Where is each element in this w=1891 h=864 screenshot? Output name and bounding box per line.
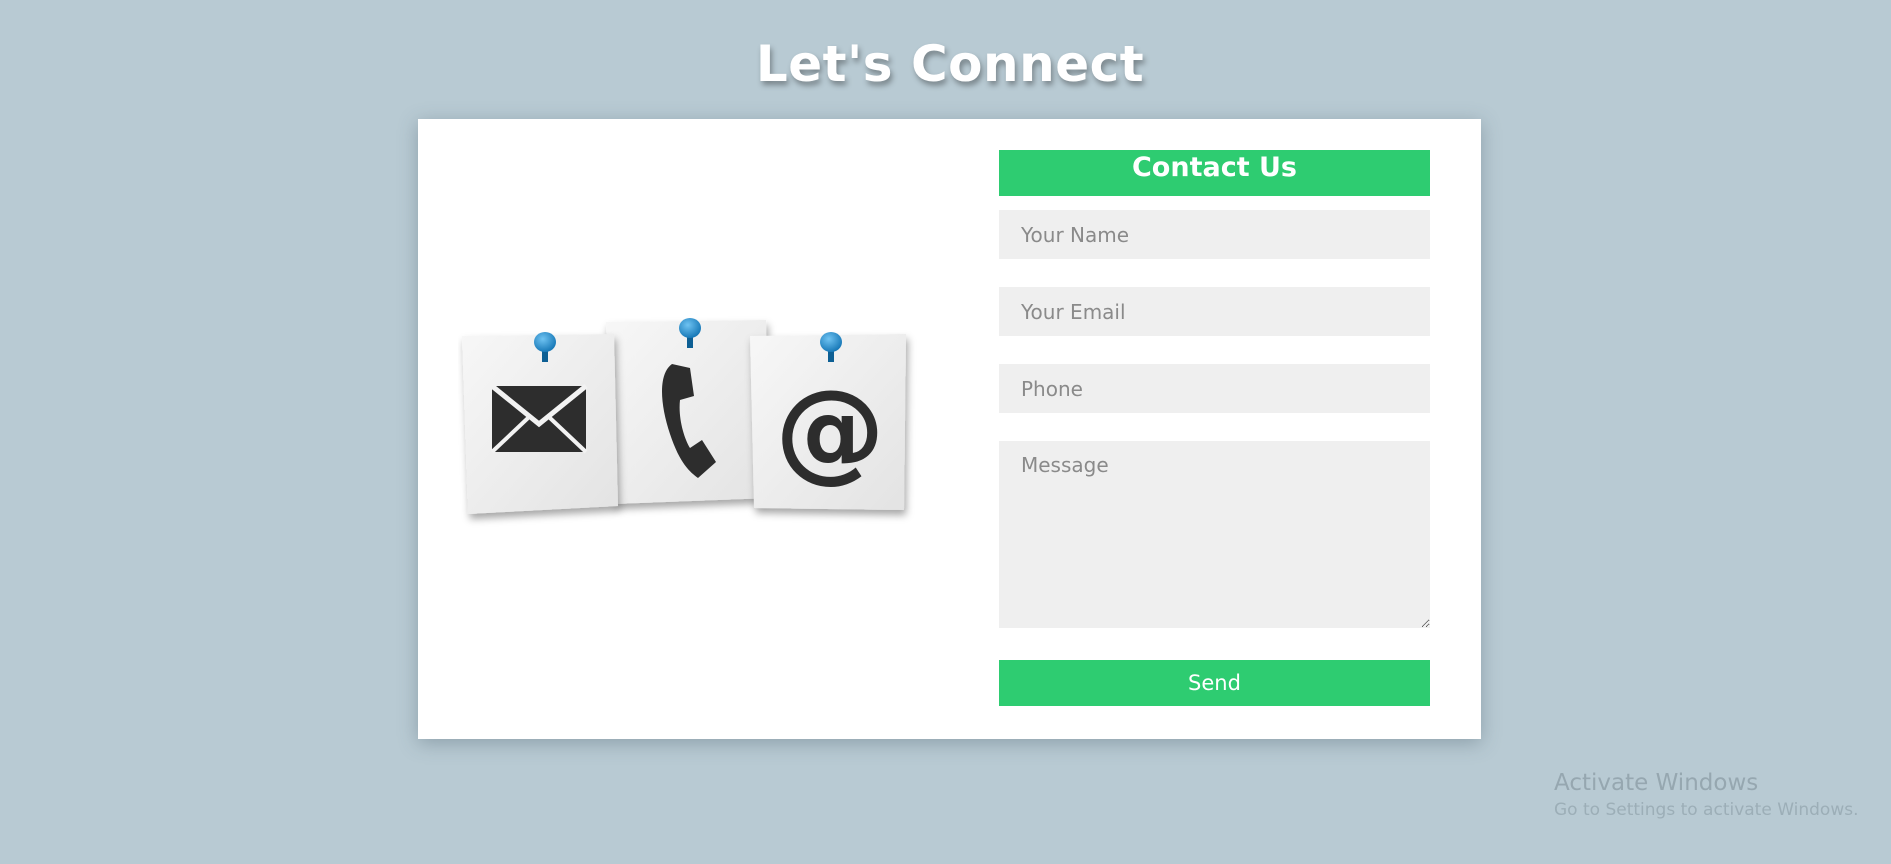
- page-title: Let's Connect: [755, 35, 1145, 93]
- phone-note: [606, 318, 770, 504]
- message-textarea[interactable]: [999, 441, 1430, 628]
- contact-card: @ Contact Us Send: [418, 119, 1481, 739]
- contact-form: Contact Us Send: [999, 150, 1430, 706]
- windows-activation-watermark: Activate Windows Go to Settings to activ…: [1554, 768, 1859, 822]
- at-sign-note: @: [750, 332, 906, 510]
- envelope-note: [462, 332, 618, 514]
- send-button[interactable]: Send: [999, 660, 1430, 706]
- envelope-icon: [490, 384, 588, 454]
- form-heading: Contact Us: [999, 150, 1430, 196]
- phone-input[interactable]: [999, 364, 1430, 413]
- at-sign-icon: @: [775, 366, 885, 494]
- activation-subtitle: Go to Settings to activate Windows.: [1554, 800, 1859, 820]
- email-input[interactable]: [999, 287, 1430, 336]
- name-input[interactable]: [999, 210, 1430, 259]
- activation-title: Activate Windows: [1554, 770, 1759, 796]
- contact-illustration: @: [462, 318, 906, 514]
